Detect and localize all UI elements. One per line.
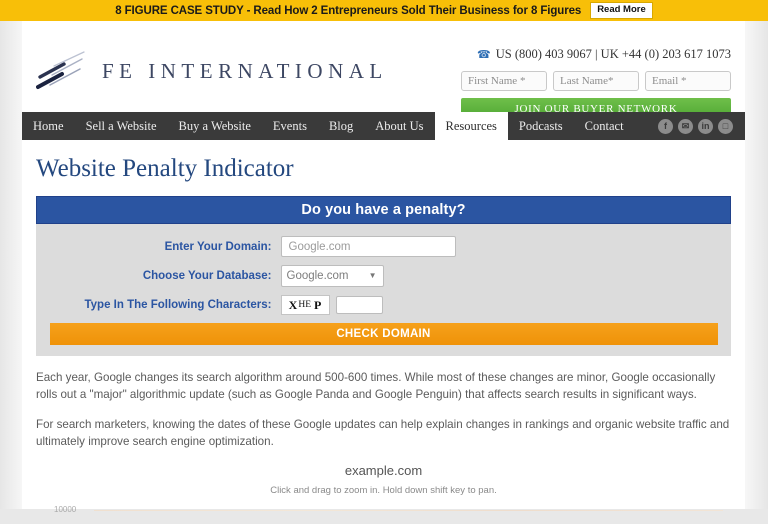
database-select[interactable]: Google.com (280, 265, 384, 287)
nav-item-buy-a-website[interactable]: Buy a Website (168, 112, 262, 140)
y-axis-tick-label: 10000 (54, 505, 77, 514)
diagonal-slashes-logo-icon (36, 51, 85, 89)
site-logo-text: FE INTERNATIONAL (102, 58, 388, 83)
domain-row: Enter Your Domain: (36, 236, 731, 257)
linkedin-icon[interactable]: in (698, 118, 713, 134)
traffic-chart: example.com Click and drag to zoom in. H… (36, 463, 731, 524)
promo-banner-text: 8 FIGURE CASE STUDY - Read How 2 Entrepr… (115, 4, 582, 17)
domain-label: Enter Your Domain: (164, 240, 272, 253)
site-header: FE INTERNATIONAL ☎ US (800) 403 9067 | U… (22, 21, 745, 119)
main-content: Website Penalty Indicator Do you have a … (22, 155, 745, 524)
database-control: Google.com ▼ (280, 265, 701, 287)
nav-item-sell-a-website[interactable]: Sell a Website (75, 112, 168, 140)
nav-item-blog[interactable]: Blog (318, 112, 364, 140)
last-name-field[interactable] (553, 71, 639, 91)
paragraph-2: For search marketers, knowing the dates … (36, 418, 730, 448)
site-container: FE INTERNATIONAL ☎ US (800) 403 9067 | U… (22, 21, 745, 514)
database-row: Choose Your Database: Google.com ▼ (36, 265, 731, 287)
captcha-image: X HE P (280, 295, 330, 315)
page-title: Website Penalty Indicator (36, 155, 294, 182)
header-phone-text: US (800) 403 9067 | UK +44 (0) 203 617 1… (495, 47, 731, 61)
page-gutter-left (0, 21, 22, 509)
chart-title: example.com (344, 463, 423, 478)
read-more-button[interactable]: Read More (590, 2, 653, 19)
penalty-indicator-widget: Do you have a penalty? Enter Your Domain… (36, 196, 731, 356)
captcha-char-3: P (314, 297, 322, 312)
optin-fields (461, 71, 731, 91)
paragraph-1: Each year, Google changes its search alg… (36, 371, 716, 401)
captcha-row: Type In The Following Characters: X HE P (36, 295, 731, 315)
domain-input[interactable] (280, 236, 456, 257)
captcha-control: X HE P (280, 295, 701, 315)
database-label: Choose Your Database: (142, 270, 272, 282)
captcha-input[interactable] (335, 296, 383, 314)
site-logo[interactable]: FE INTERNATIONAL (36, 49, 388, 93)
captcha-char-2: HE (298, 300, 311, 310)
main-navigation: Home Sell a Website Buy a Website Events… (22, 112, 745, 140)
twitter-icon[interactable]: ✉ (678, 118, 693, 134)
domain-control (280, 236, 701, 257)
nav-item-events[interactable]: Events (262, 112, 318, 140)
phone-icon: ☎ (477, 49, 491, 61)
instagram-icon[interactable]: □ (718, 118, 733, 134)
widget-body: Enter Your Domain: Choose Your Database:… (36, 224, 731, 356)
nav-item-podcasts[interactable]: Podcasts (508, 112, 574, 140)
article-copy: Each year, Google changes its search alg… (36, 369, 731, 450)
captcha-char-1: X (288, 297, 298, 312)
chart-instructions: Click and drag to zoom in. Hold down shi… (270, 485, 497, 496)
chart-plot-area[interactable]: 10000 (36, 502, 731, 524)
header-phone: ☎ US (800) 403 9067 | UK +44 (0) 203 617… (461, 47, 731, 62)
check-domain-button[interactable]: CHECK DOMAIN (49, 323, 718, 345)
nav-item-resources[interactable]: Resources (434, 112, 508, 140)
browser-page: 8 FIGURE CASE STUDY - Read How 2 Entrepr… (0, 0, 768, 514)
nav-item-home[interactable]: Home (22, 112, 75, 140)
social-links: f ✉ in □ (658, 112, 745, 140)
first-name-field[interactable] (461, 71, 547, 91)
chart-gridline (94, 510, 723, 511)
email-field[interactable] (645, 71, 731, 91)
widget-heading: Do you have a penalty? (36, 196, 731, 224)
facebook-icon[interactable]: f (658, 118, 673, 134)
promo-banner: 8 FIGURE CASE STUDY - Read How 2 Entrepr… (0, 0, 768, 21)
captcha-label: Type In The Following Characters: (84, 299, 272, 311)
page-gutter-right (745, 21, 768, 509)
nav-item-about-us[interactable]: About Us (364, 112, 434, 140)
nav-item-contact[interactable]: Contact (574, 112, 635, 140)
header-right: ☎ US (800) 403 9067 | UK +44 (0) 203 617… (461, 47, 731, 119)
